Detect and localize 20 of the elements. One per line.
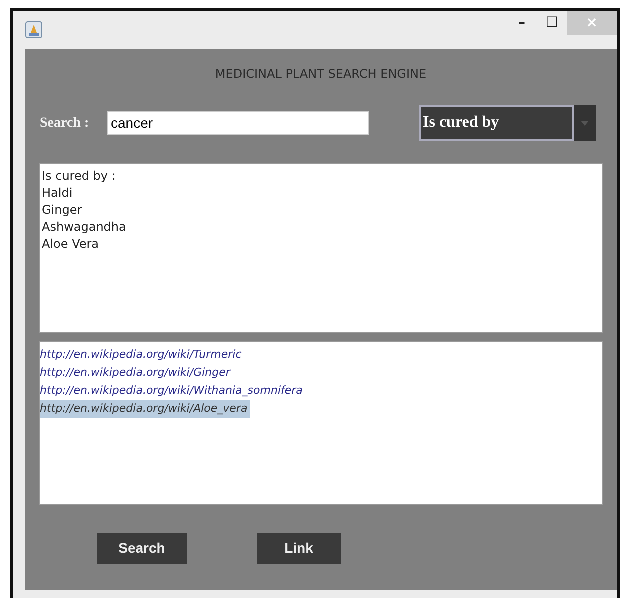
link-button[interactable]: Link [257, 533, 341, 564]
maximize-button[interactable]: ☐ [537, 11, 567, 35]
search-field[interactable]: cancer [107, 111, 369, 135]
caret-icon [581, 120, 589, 126]
result-item: Aloe Vera [42, 236, 100, 253]
relation-dropdown[interactable]: Is cured by [419, 105, 574, 141]
result-item: Ginger [42, 202, 82, 219]
results-header: Is cured by : [42, 168, 116, 185]
minimize-button[interactable]: – [507, 11, 537, 35]
app-heading: MEDICINAL PLANT SEARCH ENGINE [214, 66, 428, 83]
search-label: Search : [40, 114, 90, 132]
link-item[interactable]: http://en.wikipedia.org/wiki/Aloe_vera [40, 400, 250, 418]
app-icon [25, 21, 43, 39]
dropdown-arrow-button[interactable] [574, 105, 596, 141]
link-item[interactable]: http://en.wikipedia.org/wiki/Withania_somnifera [40, 382, 305, 400]
result-item: Ashwagandha [42, 219, 126, 236]
link-item[interactable]: http://en.wikipedia.org/wiki/Ginger [40, 364, 232, 382]
result-item: Haldi [42, 185, 73, 202]
link-item[interactable]: http://en.wikipedia.org/wiki/Turmeric [40, 346, 244, 364]
search-button[interactable]: Search [97, 533, 187, 564]
